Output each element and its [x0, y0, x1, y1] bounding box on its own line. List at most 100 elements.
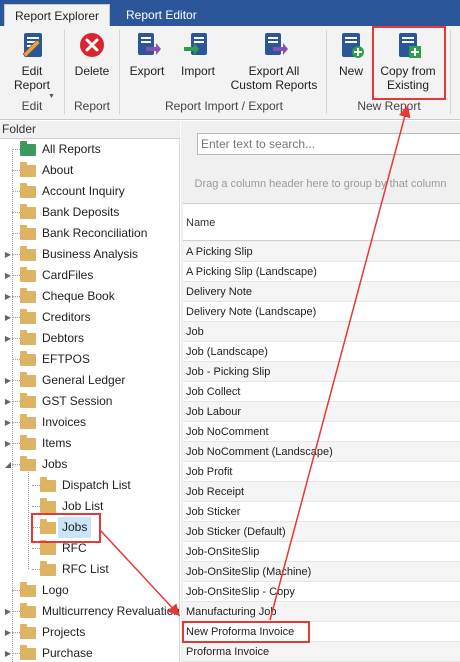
- folder-tree-item-label: GST Session: [42, 394, 113, 408]
- new-report-button[interactable]: New: [332, 30, 370, 78]
- export-label: Export: [129, 64, 165, 78]
- collapse-arrow-icon[interactable]: ◢: [4, 454, 12, 475]
- tree-connector: [12, 317, 20, 318]
- folder-icon: [20, 456, 36, 471]
- table-row[interactable]: Job-OnSiteSlip: [183, 542, 460, 562]
- folder-tree-item[interactable]: Account Inquiry: [0, 181, 179, 202]
- tree-connector: [32, 506, 40, 507]
- table-row[interactable]: Delivery Note (Landscape): [183, 302, 460, 322]
- edit-report-button[interactable]: Edit Report ▼: [6, 30, 58, 100]
- expand-arrow-icon[interactable]: ▶: [4, 391, 12, 412]
- tree-connector: [32, 548, 40, 549]
- folder-icon: [20, 435, 36, 450]
- expand-arrow-icon[interactable]: ▶: [4, 622, 12, 643]
- folder-tree-item[interactable]: ▶ Cheque Book: [0, 286, 179, 307]
- folder-tree-item-label: Items: [42, 436, 72, 450]
- expand-arrow-icon[interactable]: ▶: [4, 244, 12, 265]
- ribbon-separator: [450, 30, 451, 114]
- expand-arrow-icon[interactable]: ▶: [4, 370, 12, 391]
- table-row[interactable]: Proforma Invoice: [183, 642, 460, 662]
- export-all-button[interactable]: Export All Custom Reports: [228, 30, 320, 92]
- tree-connector: [12, 191, 20, 192]
- folder-tree-item[interactable]: RFC: [0, 538, 179, 559]
- folder-tree-item[interactable]: About: [0, 160, 179, 181]
- folder-tree-item-label: Cheque Book: [42, 289, 115, 303]
- expand-arrow-icon[interactable]: ▶: [4, 286, 12, 307]
- folder-tree-item[interactable]: ▶ Business Analysis: [0, 244, 179, 265]
- expand-arrow-icon[interactable]: ▶: [4, 307, 12, 328]
- expand-arrow-icon[interactable]: ▶: [4, 643, 12, 662]
- delete-button[interactable]: Delete: [70, 30, 114, 78]
- table-row[interactable]: New Proforma Invoice: [183, 622, 460, 642]
- expand-arrow-icon[interactable]: ▶: [4, 601, 12, 622]
- folder-tree-item[interactable]: Logo: [0, 580, 179, 601]
- folder-tree-item[interactable]: Jobs: [0, 517, 179, 538]
- table-row[interactable]: Job Profit: [183, 462, 460, 482]
- folder-icon: [20, 414, 36, 429]
- table-row[interactable]: Job Receipt: [183, 482, 460, 502]
- table-row[interactable]: Job Sticker (Default): [183, 522, 460, 542]
- folder-tree-item[interactable]: Bank Reconciliation: [0, 223, 179, 244]
- table-row[interactable]: Job - Picking Slip: [183, 362, 460, 382]
- table-row[interactable]: Job NoComment: [183, 422, 460, 442]
- folder-tree-item[interactable]: ▶ Debtors: [0, 328, 179, 349]
- export-button[interactable]: Export: [124, 30, 170, 78]
- folder-tree-item[interactable]: ▶ GST Session: [0, 391, 179, 412]
- tree-connector: [12, 380, 20, 381]
- folder-tree-item[interactable]: Job List: [0, 496, 179, 517]
- table-row[interactable]: Delivery Note: [183, 282, 460, 302]
- table-row[interactable]: Job (Landscape): [183, 342, 460, 362]
- table-row[interactable]: Job: [183, 322, 460, 342]
- folder-tree-item[interactable]: ▶ General Ledger: [0, 370, 179, 391]
- column-header-name[interactable]: Name: [183, 203, 460, 241]
- folder-icon: [40, 498, 56, 513]
- import-label: Import: [180, 64, 215, 78]
- expand-arrow-icon[interactable]: ▶: [4, 412, 12, 433]
- expand-arrow-icon[interactable]: ▶: [4, 328, 12, 349]
- folder-tree-item[interactable]: ▶ Creditors: [0, 307, 179, 328]
- folder-tree-item-label: Multicurrency Revaluation: [42, 604, 180, 618]
- folder-tree-item[interactable]: ▶ Invoices: [0, 412, 179, 433]
- tab-report-explorer[interactable]: Report Explorer: [4, 4, 111, 26]
- folder-tree-item[interactable]: All Reports: [0, 139, 179, 160]
- expand-arrow-icon[interactable]: ▶: [4, 265, 12, 286]
- table-row[interactable]: Job Sticker: [183, 502, 460, 522]
- folder-tree-item[interactable]: ▶ Items: [0, 433, 179, 454]
- folder-tree-item-label: General Ledger: [42, 373, 126, 387]
- import-button[interactable]: Import: [176, 30, 220, 78]
- expand-arrow-icon[interactable]: ▶: [4, 433, 12, 454]
- folder-tree-item[interactable]: ▶ Purchase: [0, 643, 179, 662]
- table-row[interactable]: Job-OnSiteSlip - Copy: [183, 582, 460, 602]
- folder-tree-item[interactable]: RFC List: [0, 559, 179, 580]
- folder-tree-item[interactable]: ▶ Multicurrency Revaluation: [0, 601, 180, 622]
- folder-icon: [40, 561, 56, 576]
- tree-connector: [12, 653, 20, 654]
- folder-tree-item[interactable]: ◢ Jobs: [0, 454, 179, 475]
- table-row[interactable]: Job NoComment (Landscape): [183, 442, 460, 462]
- copy-from-existing-button[interactable]: Copy from Existing: [376, 30, 440, 92]
- folder-tree-item[interactable]: EFTPOS: [0, 349, 179, 370]
- import-icon: [184, 33, 207, 55]
- delete-icon: [80, 33, 104, 57]
- folder-tree-item[interactable]: Dispatch List: [0, 475, 179, 496]
- table-row[interactable]: Job Collect: [183, 382, 460, 402]
- table-row[interactable]: A Picking Slip (Landscape): [183, 262, 460, 282]
- table-row[interactable]: Manufacturing Job: [183, 602, 460, 622]
- tree-connector: [12, 254, 20, 255]
- folder-tree-item[interactable]: Bank Deposits: [0, 202, 179, 223]
- new-label: New: [338, 64, 363, 78]
- folder-tree-item-label: Job List: [62, 499, 104, 513]
- tree-connector: [12, 590, 20, 591]
- search-input[interactable]: [197, 133, 460, 155]
- table-row[interactable]: A Picking Slip: [183, 242, 460, 262]
- folder-tree-item[interactable]: ▶ CardFiles: [0, 265, 179, 286]
- table-row[interactable]: Job Labour: [183, 402, 460, 422]
- folder-icon: [20, 225, 36, 240]
- folder-tree-item-label: Purchase: [42, 646, 93, 660]
- folder-tree-item[interactable]: ▶ Projects: [0, 622, 179, 643]
- tab-report-editor[interactable]: Report Editor: [116, 4, 207, 26]
- folder-icon: [20, 204, 36, 219]
- table-row[interactable]: Job-OnSiteSlip (Machine): [183, 562, 460, 582]
- folder-tree-item-label: Jobs: [42, 457, 68, 471]
- copy-report-icon: [399, 33, 421, 58]
